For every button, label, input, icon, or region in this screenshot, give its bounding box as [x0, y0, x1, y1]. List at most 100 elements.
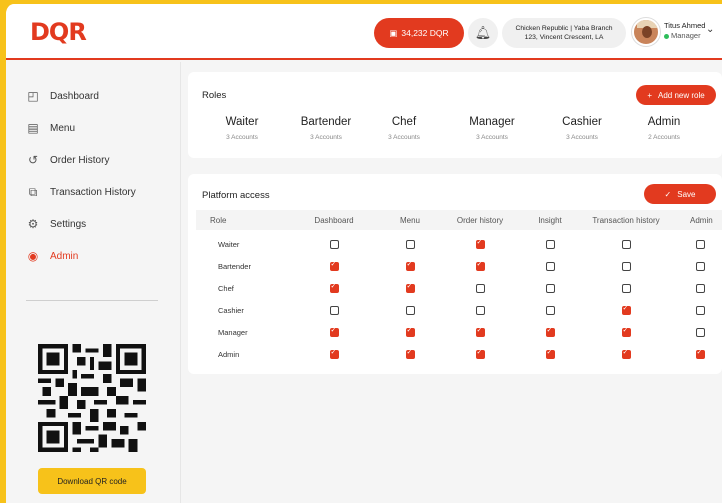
save-label: Save — [677, 189, 696, 199]
sidebar-item-label: Settings — [50, 218, 87, 230]
permission-checkbox-bartender-admin[interactable] — [695, 262, 705, 271]
permission-checkbox-manager-menu[interactable] — [405, 326, 415, 337]
branch-address: 123, Vincent Crescent, LA — [524, 34, 604, 41]
column-header-order-history: Order history — [456, 216, 504, 225]
permission-checkbox-waiter-order-history[interactable] — [475, 238, 485, 249]
permission-checkbox-bartender-order-history[interactable] — [475, 260, 485, 271]
platform-access-title: Platform access — [202, 190, 270, 201]
permission-checkbox-chef-order-history[interactable] — [475, 284, 485, 293]
permission-checkbox-chef-admin[interactable] — [695, 284, 705, 293]
add-role-label: Add new role — [657, 90, 705, 100]
roles-title: Roles — [202, 90, 227, 101]
row-role-label: Waiter — [218, 240, 240, 249]
permission-checkbox-cashier-insight[interactable] — [545, 306, 555, 315]
column-header-role: Role — [210, 216, 227, 225]
permission-checkbox-manager-order-history[interactable] — [475, 326, 485, 337]
role-account-count: 2 Accounts — [648, 134, 680, 141]
bell-icon: 🔔︎ — [474, 25, 492, 40]
role-card-admin[interactable]: Admin 2 Accounts — [624, 116, 704, 141]
sidebar-item-admin[interactable]: ◉ Admin — [26, 246, 79, 266]
sidebar: ◰ Dashboard ▤ Menu ↺ Order History ⧉ Tra… — [6, 62, 180, 503]
role-card-waiter[interactable]: Waiter 3 Accounts — [202, 116, 282, 141]
sidebar-item-menu[interactable]: ▤ Menu — [26, 118, 75, 138]
role-name: Manager — [469, 116, 515, 128]
app-logo[interactable]: DQR — [30, 18, 87, 46]
branch-name: Chicken Republic | Yaba Branch — [515, 25, 613, 32]
permission-checkbox-chef-dashboard[interactable] — [329, 282, 339, 293]
row-role-label: Manager — [218, 328, 248, 337]
permission-checkbox-chef-menu[interactable] — [405, 282, 415, 293]
role-name: Admin — [647, 116, 681, 128]
top-header: DQR ▣ 34,232 DQR 🔔︎ Chicken Republic | Y… — [6, 4, 722, 60]
platform-access-card: Platform access ✓ Save Role Dashboard Menu… — [188, 174, 722, 374]
sidebar-item-dashboard[interactable]: ◰ Dashboard — [26, 86, 99, 106]
permission-checkbox-bartender-transaction-history[interactable] — [621, 262, 631, 271]
permission-checkbox-manager-transaction-history[interactable] — [621, 326, 631, 337]
permission-checkbox-admin-order-history[interactable] — [475, 348, 485, 359]
save-button[interactable]: ✓ Save — [644, 184, 716, 204]
role-card-bartender[interactable]: Bartender 3 Accounts — [286, 116, 366, 141]
balance-button[interactable]: ▣ 34,232 DQR — [374, 18, 464, 48]
permission-checkbox-manager-insight[interactable] — [545, 326, 555, 337]
permission-checkbox-bartender-dashboard[interactable] — [329, 260, 339, 271]
permission-checkbox-cashier-order-history[interactable] — [475, 306, 485, 315]
permission-checkbox-cashier-transaction-history[interactable] — [621, 304, 631, 315]
sidebar-item-transaction-history[interactable]: ⧉ Transaction History — [26, 182, 136, 202]
permission-checkbox-admin-admin[interactable] — [695, 348, 705, 359]
role-name: Bartender — [300, 116, 352, 128]
chevron-down-icon[interactable]: ⌄ — [706, 24, 714, 35]
wallet-icon: ▣ — [389, 27, 398, 38]
permission-checkbox-manager-dashboard[interactable] — [329, 326, 339, 337]
role-card-manager[interactable]: Manager 3 Accounts — [452, 116, 532, 141]
permission-checkbox-cashier-admin[interactable] — [695, 306, 705, 315]
permission-checkbox-waiter-dashboard[interactable] — [329, 240, 339, 249]
sidebar-item-label: Transaction History — [50, 186, 136, 198]
permission-checkbox-admin-dashboard[interactable] — [329, 348, 339, 359]
download-qr-button[interactable]: Download QR code — [38, 468, 146, 494]
user-name: Titus Ahmed — [664, 21, 706, 30]
settings-icon: ⚙ — [27, 217, 39, 231]
role-name: Waiter — [225, 116, 259, 128]
permission-checkbox-chef-transaction-history[interactable] — [621, 284, 631, 293]
sidebar-item-order-history[interactable]: ↺ Order History — [26, 150, 109, 170]
permission-checkbox-manager-admin[interactable] — [695, 328, 705, 337]
row-role-label: Chef — [218, 284, 234, 293]
permission-checkbox-waiter-admin[interactable] — [695, 240, 705, 249]
plus-icon: + — [647, 90, 652, 100]
column-header-transaction-history: Transaction history — [592, 216, 660, 225]
column-header-insight: Insight — [538, 216, 562, 225]
roles-card: Roles + Add new role Waiter 3 Accounts B… — [188, 72, 722, 158]
permission-checkbox-admin-insight[interactable] — [545, 348, 555, 359]
transaction-icon: ⧉ — [28, 184, 38, 199]
permission-checkbox-waiter-menu[interactable] — [405, 240, 415, 249]
column-header-dashboard: Dashboard — [314, 216, 354, 225]
row-role-label: Cashier — [218, 306, 244, 315]
permission-checkbox-admin-menu[interactable] — [405, 348, 415, 359]
avatar[interactable] — [632, 18, 660, 46]
permission-checkbox-bartender-menu[interactable] — [405, 260, 415, 271]
role-card-chef[interactable]: Chef 3 Accounts — [364, 116, 444, 141]
permission-checkbox-waiter-transaction-history[interactable] — [621, 240, 631, 249]
permission-checkbox-cashier-dashboard[interactable] — [329, 306, 339, 315]
sidebar-border — [180, 62, 181, 503]
sidebar-divider — [26, 300, 158, 301]
add-role-button[interactable]: + Add new role — [636, 85, 716, 105]
permission-checkbox-waiter-insight[interactable] — [545, 240, 555, 249]
column-header-menu: Menu — [399, 216, 420, 225]
dashboard-icon: ◰ — [27, 89, 39, 103]
permission-checkbox-admin-transaction-history[interactable] — [621, 348, 631, 359]
notification-button[interactable]: 🔔︎ — [468, 18, 498, 48]
permission-checkbox-cashier-menu[interactable] — [405, 306, 415, 315]
role-card-cashier[interactable]: Cashier 3 Accounts — [542, 116, 622, 141]
sidebar-item-settings[interactable]: ⚙ Settings — [26, 214, 87, 234]
role-account-count: 3 Accounts — [310, 134, 342, 141]
permission-checkbox-chef-insight[interactable] — [545, 284, 555, 293]
sidebar-item-label: Menu — [50, 122, 76, 134]
user-role: Manager — [664, 31, 701, 40]
branch-selector[interactable]: Chicken Republic | Yaba Branch 123, Vinc… — [502, 18, 626, 48]
column-header-admin: Admin — [690, 216, 713, 225]
admin-icon: ◉ — [27, 249, 39, 263]
role-account-count: 3 Accounts — [388, 134, 420, 141]
role-name: Cashier — [562, 116, 602, 128]
permission-checkbox-bartender-insight[interactable] — [545, 262, 555, 271]
